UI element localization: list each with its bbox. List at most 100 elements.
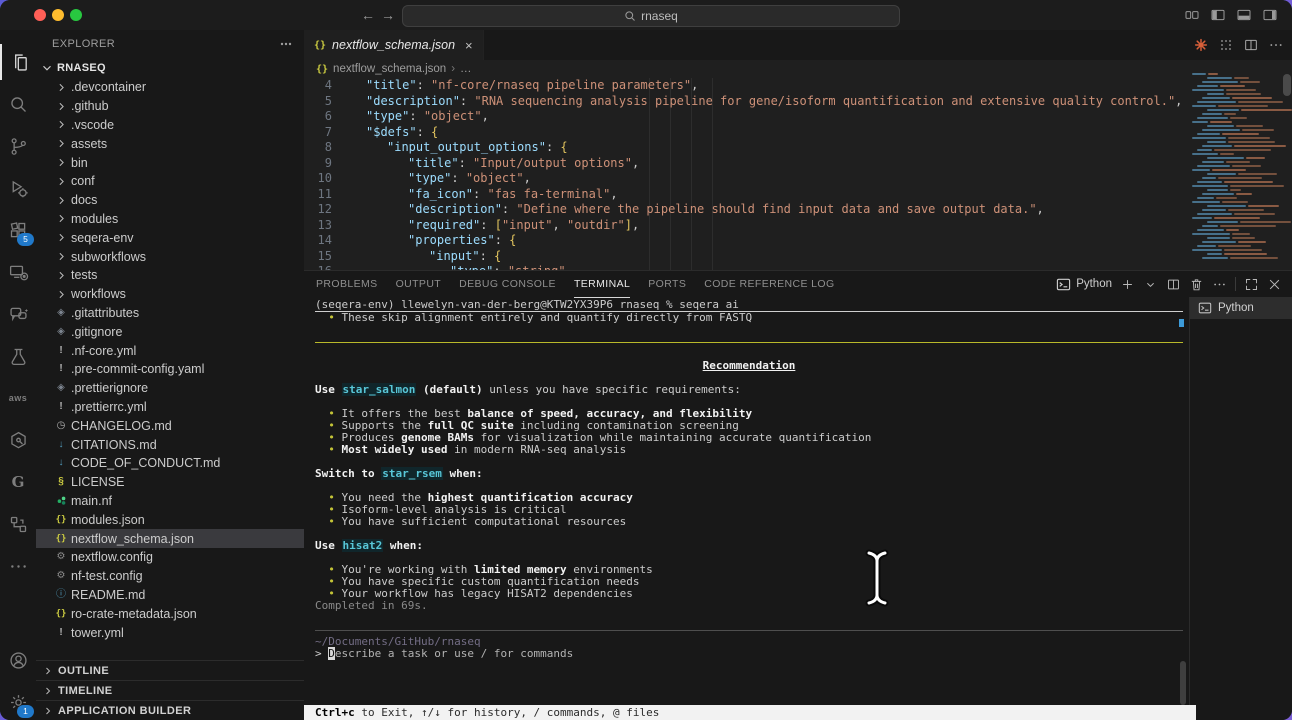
- yaml-icon: !: [54, 346, 68, 356]
- tree-folder-bin[interactable]: bin: [36, 153, 304, 172]
- tree-folder-devcontainer[interactable]: .devcontainer: [36, 78, 304, 97]
- tree-file-gitattributes[interactable]: ◈.gitattributes: [36, 304, 304, 323]
- activity-explorer[interactable]: [0, 44, 38, 80]
- activity-more-views[interactable]: [0, 548, 36, 584]
- tree-file-CODE_OF_CONDUCT-md[interactable]: ↓CODE_OF_CONDUCT.md: [36, 454, 304, 473]
- panel-bottom-icon[interactable]: [1236, 7, 1252, 23]
- panel-tab-output[interactable]: OUTPUT: [396, 271, 442, 297]
- tab-nextflow-schema-json[interactable]: {} nextflow_schema.json ×: [304, 30, 484, 60]
- tree-file-nextflow-config[interactable]: ⚙nextflow.config: [36, 548, 304, 567]
- chevron-down-icon[interactable]: [1143, 277, 1158, 292]
- activity-pipeline[interactable]: [0, 506, 36, 542]
- breadcrumb[interactable]: {} nextflow_schema.json › …: [304, 60, 1292, 78]
- minimap[interactable]: [1186, 72, 1292, 270]
- panel-right-icon[interactable]: [1262, 7, 1278, 23]
- activity-settings[interactable]: 1: [0, 684, 36, 720]
- tree-file-prettierignore[interactable]: ◈.prettierignore: [36, 379, 304, 398]
- close-icon[interactable]: [1267, 277, 1282, 292]
- maximize-icon[interactable]: [1244, 277, 1259, 292]
- explorer-title: EXPLORER: [52, 38, 115, 50]
- command-center-search[interactable]: rnaseq: [402, 5, 900, 27]
- editor-scrollbar[interactable]: [1283, 74, 1291, 96]
- tree-folder-docs[interactable]: docs: [36, 191, 304, 210]
- tree-file-nextflow_schema-json[interactable]: {}nextflow_schema.json: [36, 529, 304, 548]
- tree-file-CITATIONS-md[interactable]: ↓CITATIONS.md: [36, 435, 304, 454]
- terminal-tab-python[interactable]: Python: [1190, 297, 1292, 319]
- tree-folder-conf[interactable]: conf: [36, 172, 304, 191]
- activity-hex-tool[interactable]: [0, 422, 36, 458]
- section-outline[interactable]: OUTLINE: [36, 660, 304, 680]
- activity-extensions[interactable]: 5: [0, 212, 36, 248]
- nextflow-icon: [54, 495, 68, 506]
- line-number: 11: [304, 187, 332, 203]
- ellipsis-icon[interactable]: [1212, 277, 1227, 292]
- maximize-traffic-light[interactable]: [70, 9, 82, 21]
- tree-file-README-md[interactable]: ⓘREADME.md: [36, 586, 304, 605]
- markdown-icon: ↓: [54, 440, 68, 450]
- tree-folder-seqera-env[interactable]: seqera-env: [36, 228, 304, 247]
- activity-chat[interactable]: [0, 296, 36, 332]
- activity-search[interactable]: [0, 86, 36, 122]
- panel-tab-terminal[interactable]: TERMINAL: [574, 271, 630, 298]
- minimize-traffic-light[interactable]: [52, 9, 64, 21]
- forward-arrow-icon[interactable]: →: [380, 7, 396, 23]
- panel-tab-debug-console[interactable]: DEBUG CONSOLE: [459, 271, 556, 297]
- explorer-more-icon[interactable]: [278, 36, 294, 52]
- tree-file-modules-json[interactable]: {}modules.json: [36, 510, 304, 529]
- terminal[interactable]: (seqera-env) llewelyn-van-der-berg@KTW2Y…: [315, 299, 1183, 720]
- split-editor-icon[interactable]: [1243, 37, 1259, 53]
- ellipsis-icon[interactable]: [1268, 37, 1284, 53]
- terminal-input-line[interactable]: > Describe a task or use / for commands: [315, 648, 1183, 660]
- tree-folder-github[interactable]: .github: [36, 97, 304, 116]
- tree-file-pre-commit-config-yaml[interactable]: !.pre-commit-config.yaml: [36, 360, 304, 379]
- activity-aws[interactable]: aws: [0, 380, 36, 416]
- tree-folder-subworkflows[interactable]: subworkflows: [36, 247, 304, 266]
- panel-left-icon[interactable]: [1210, 7, 1226, 23]
- layout-controls: [1184, 7, 1278, 23]
- g-icon: G: [12, 473, 25, 491]
- plus-icon[interactable]: [1120, 277, 1135, 292]
- tree-file-nf-core-yml[interactable]: !.nf-core.yml: [36, 341, 304, 360]
- dots-grid-icon[interactable]: [1218, 37, 1234, 53]
- terminal-tab-label: Python: [1218, 302, 1254, 314]
- line-number: 6: [304, 109, 332, 125]
- panel-tab-problems[interactable]: PROBLEMS: [316, 271, 378, 297]
- tree-file-LICENSE[interactable]: §LICENSE: [36, 473, 304, 492]
- activity-accounts[interactable]: [0, 642, 36, 678]
- terminal-picker[interactable]: Python: [1056, 277, 1112, 292]
- terminal-scrollbar[interactable]: [1180, 661, 1186, 705]
- tree-file-nf-test-config[interactable]: ⚙nf-test.config: [36, 567, 304, 586]
- activity-testing[interactable]: [0, 338, 36, 374]
- tree-folder-tests[interactable]: tests: [36, 266, 304, 285]
- activity-run-debug[interactable]: [0, 170, 36, 206]
- layout-grid-icon[interactable]: [1184, 7, 1200, 23]
- trash-icon[interactable]: [1189, 277, 1204, 292]
- close-traffic-light[interactable]: [34, 9, 46, 21]
- section-application-builder[interactable]: APPLICATION BUILDER: [36, 700, 304, 720]
- activity-source-control[interactable]: [0, 128, 36, 164]
- split-editor-icon[interactable]: [1166, 277, 1181, 292]
- tree-file-main-nf[interactable]: main.nf: [36, 492, 304, 511]
- run-splat-icon[interactable]: [1193, 37, 1209, 53]
- code-editor[interactable]: 4"title": "nf-core/rnaseq pipeline param…: [304, 78, 1292, 270]
- workspace-root-row[interactable]: RNASEQ: [36, 58, 304, 78]
- tree-file-tower-yml[interactable]: !tower.yml: [36, 623, 304, 642]
- close-icon[interactable]: ×: [465, 38, 473, 53]
- tree-folder-modules[interactable]: modules: [36, 210, 304, 229]
- workspace-root-label: RNASEQ: [57, 62, 106, 74]
- tree-file-ro-crate-metadata-json[interactable]: {}ro-crate-metadata.json: [36, 604, 304, 623]
- tree-file-CHANGELOG-md[interactable]: ◷CHANGELOG.md: [36, 416, 304, 435]
- tree-folder-assets[interactable]: assets: [36, 134, 304, 153]
- git-file-icon: ◈: [54, 327, 68, 337]
- tree-folder-workflows[interactable]: workflows: [36, 285, 304, 304]
- activity-remote-explorer[interactable]: [0, 254, 36, 290]
- tree-file-gitignore[interactable]: ◈.gitignore: [36, 322, 304, 341]
- back-arrow-icon[interactable]: ←: [360, 7, 376, 23]
- tree-folder-vscode[interactable]: .vscode: [36, 116, 304, 135]
- activity-gitlens[interactable]: G: [0, 464, 36, 500]
- panel-tab-ports[interactable]: PORTS: [648, 271, 686, 297]
- activity-badge: 1: [17, 705, 34, 718]
- tree-file-prettierrc-yml[interactable]: !.prettierrc.yml: [36, 398, 304, 417]
- panel-tab-code-reference-log[interactable]: CODE REFERENCE LOG: [704, 271, 834, 297]
- section-timeline[interactable]: TIMELINE: [36, 680, 304, 700]
